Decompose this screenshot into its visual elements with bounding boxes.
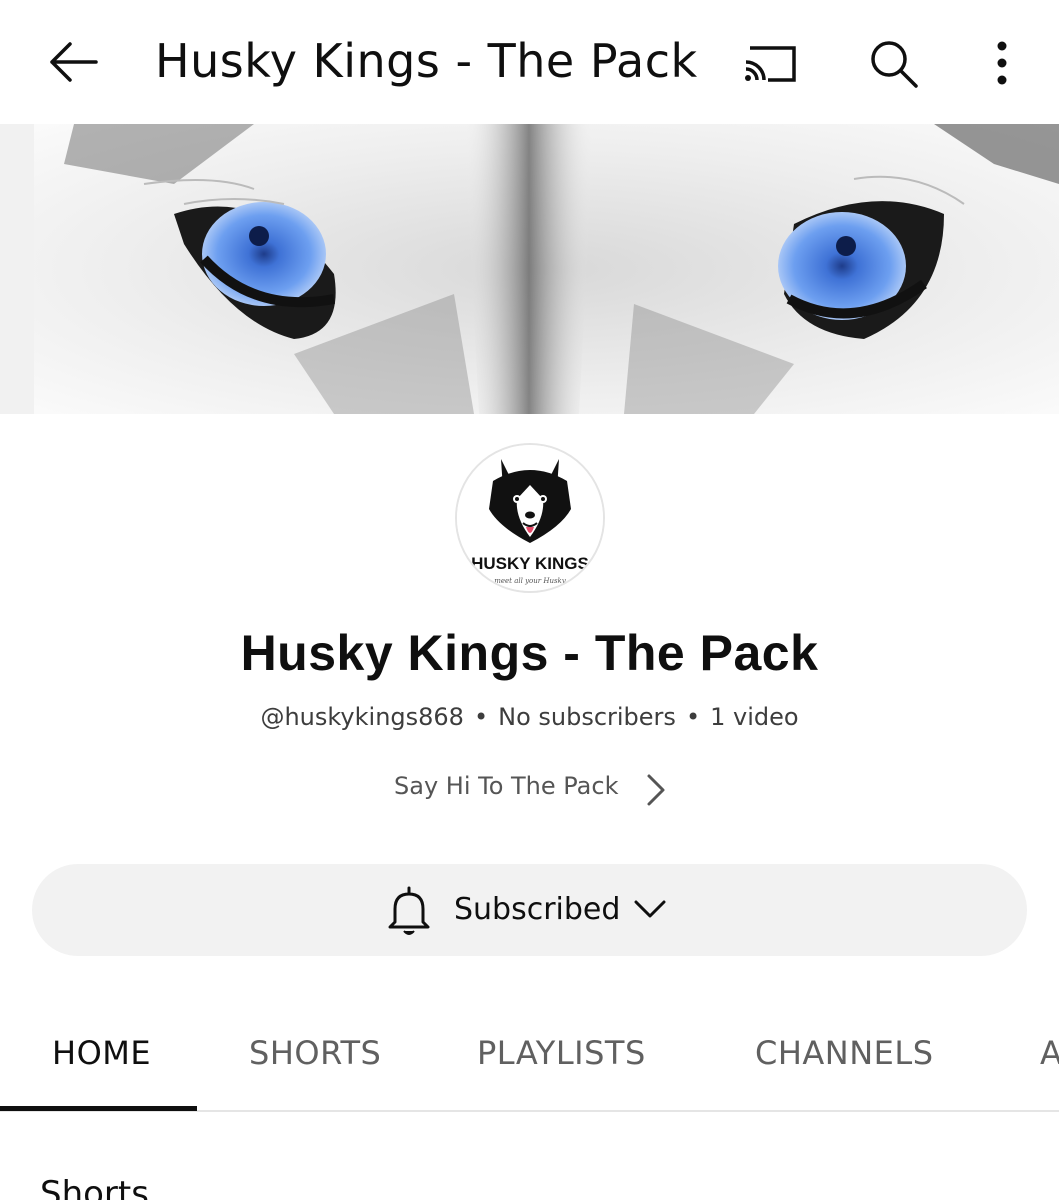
tab-channels[interactable]: CHANNELS [755,1034,934,1072]
tab-home[interactable]: HOME [52,1034,151,1072]
search-icon[interactable] [866,36,922,92]
tab-about[interactable]: A [1040,1034,1059,1072]
banner-image [34,124,1059,414]
channel-banner [0,124,1059,414]
subscribed-label: Subscribed [454,892,621,927]
tab-playlists[interactable]: PLAYLISTS [477,1034,646,1072]
logo-tagline: meet all your Husky [494,577,567,585]
husky-logo: HUSKY KINGS meet all your Husky [457,445,603,591]
channel-handle: @huskykings868 [260,703,464,731]
chevron-right-icon [644,770,668,810]
section-title-shorts: Shorts [40,1174,149,1200]
subscribed-button[interactable]: Subscribed [32,864,1027,956]
active-tab-indicator [0,1106,197,1111]
channel-about-link[interactable]: Say Hi To The Pack [380,766,680,812]
meta-separator: • [685,703,701,731]
arrow-back-icon[interactable] [44,36,102,88]
bell-icon [386,884,432,938]
meta-separator: • [473,703,489,731]
tab-shorts[interactable]: SHORTS [249,1034,381,1072]
channel-tabs: HOME SHORTS PLAYLISTS CHANNELS A [0,1000,1059,1112]
video-count: 1 video [710,703,799,731]
channel-meta: @huskykings868 • No subscribers • 1 video [0,703,1059,731]
channel-avatar[interactable]: HUSKY KINGS meet all your Husky [455,443,605,593]
page-title: Husky Kings - The Pack [155,34,698,88]
channel-name: Husky Kings - The Pack [240,625,819,681]
chevron-down-icon [632,894,668,926]
subscriber-count: No subscribers [498,703,676,731]
more-vertical-icon[interactable] [984,36,1020,92]
logo-text: HUSKY KINGS [471,554,589,573]
app-bar: Husky Kings - The Pack [0,0,1059,124]
about-text: Say Hi To The Pack [394,772,619,800]
cast-icon[interactable] [740,38,800,88]
